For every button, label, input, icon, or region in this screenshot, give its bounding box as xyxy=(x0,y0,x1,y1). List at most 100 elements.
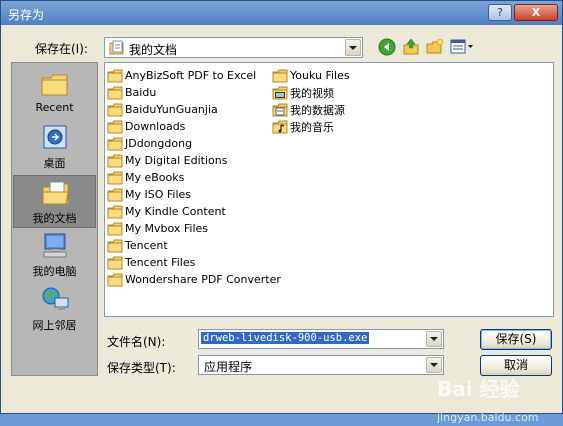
file-name: My Mvbox Files xyxy=(125,222,209,235)
file-list-item[interactable]: JDdongdong xyxy=(107,135,281,152)
file-list-item[interactable]: Wondershare PDF Converter xyxy=(107,271,281,288)
save-button[interactable]: 保存(S) xyxy=(480,329,552,350)
chevron-down-icon[interactable] xyxy=(426,331,442,347)
file-list-item[interactable]: My eBooks xyxy=(107,169,281,186)
place-desktop[interactable]: 桌面 xyxy=(13,121,96,174)
file-column-2: Youku Files 我的视频我的数据源我的音乐 xyxy=(272,67,350,135)
folder-icon xyxy=(107,205,123,219)
save-in-label: 保存在(I): xyxy=(35,42,88,56)
file-name: Tencent xyxy=(125,239,168,252)
file-name: Youku Files xyxy=(290,69,350,82)
title-bar[interactable]: 另存为 ? X xyxy=(1,1,562,25)
views-menu-icon xyxy=(450,39,474,58)
file-name: JDdongdong xyxy=(125,137,193,150)
filename-input[interactable]: drweb-livedisk-900-usb.exe xyxy=(198,329,444,349)
file-list-item[interactable]: 我的视频 xyxy=(272,84,350,101)
file-column-1: AnyBizSoft PDF to Excel Baidu BaiduYunGuan… xyxy=(107,67,281,288)
folder-icon xyxy=(107,171,123,185)
folder-icon xyxy=(107,188,123,202)
place-label: 我的电脑 xyxy=(32,265,77,278)
file-name: 我的数据源 xyxy=(290,103,345,117)
watermark-text: Bai 经验 xyxy=(437,377,520,401)
place-my-computer[interactable]: 我的电脑 xyxy=(13,229,96,282)
back-button[interactable] xyxy=(377,38,397,59)
place-label: Recent xyxy=(35,101,74,114)
file-name: 我的音乐 xyxy=(290,120,334,134)
file-name: Downloads xyxy=(125,120,186,133)
folder-icon xyxy=(107,239,123,253)
file-name: 我的视频 xyxy=(290,86,334,100)
filetype-dropdown[interactable]: 应用程序 xyxy=(198,355,444,375)
folder-icon xyxy=(107,86,123,100)
save-in-value: 我的文档 xyxy=(129,43,178,57)
music-folder-icon xyxy=(272,120,288,134)
place-label: 桌面 xyxy=(43,157,66,170)
file-list-item[interactable]: Tencent Files xyxy=(107,254,281,271)
folder-icon xyxy=(107,103,123,117)
file-list-item[interactable]: AnyBizSoft PDF to Excel xyxy=(107,67,281,84)
chevron-down-icon[interactable] xyxy=(345,39,361,56)
file-list-item[interactable]: My Kindle Content xyxy=(107,203,281,220)
back-arrow-icon xyxy=(378,38,396,59)
file-list[interactable]: AnyBizSoft PDF to Excel Baidu BaiduYunGuan… xyxy=(104,62,554,317)
file-list-item[interactable]: Downloads xyxy=(107,118,281,135)
up-folder-icon xyxy=(402,38,420,59)
filetype-value: 应用程序 xyxy=(204,360,253,374)
file-name: My Kindle Content xyxy=(125,205,226,218)
file-list-item[interactable]: 我的数据源 xyxy=(272,101,350,118)
place-recent[interactable]: Recent xyxy=(13,67,96,120)
file-name: BaiduYunGuanjia xyxy=(125,103,218,116)
place-label: 网上邻居 xyxy=(32,319,77,332)
my-computer-icon xyxy=(40,232,70,260)
up-folder-button[interactable] xyxy=(401,38,421,59)
network-places-icon xyxy=(40,286,70,314)
folder-icon xyxy=(107,273,123,287)
file-list-item[interactable]: 我的音乐 xyxy=(272,118,350,135)
watermark-sub: jingyan.baidu.com xyxy=(437,411,539,424)
save-as-dialog: 另存为 ? X 保存在(I): 我的文档 Recent 桌面 我的文档 我的电脑… xyxy=(0,0,563,424)
file-name: My eBooks xyxy=(125,171,185,184)
file-name: AnyBizSoft PDF to Excel xyxy=(125,69,257,82)
file-name: Wondershare PDF Converter xyxy=(125,273,281,286)
filetype-label: 保存类型(T): xyxy=(107,361,176,375)
views-menu-button[interactable] xyxy=(449,39,475,57)
desktop-icon xyxy=(40,124,70,152)
file-list-item[interactable]: BaiduYunGuanjia xyxy=(107,101,281,118)
chevron-down-icon[interactable] xyxy=(426,357,442,373)
folder-icon xyxy=(107,256,123,270)
folder-icon xyxy=(272,69,288,83)
folder-icon xyxy=(107,137,123,151)
recent-folder-icon xyxy=(40,70,70,98)
close-button[interactable]: X xyxy=(514,4,558,21)
save-in-dropdown[interactable]: 我的文档 xyxy=(104,37,363,58)
filename-value: drweb-livedisk-900-usb.exe xyxy=(201,332,370,344)
file-name: My Digital Editions xyxy=(125,154,228,167)
file-list-item[interactable]: My ISO Files xyxy=(107,186,281,203)
folder-icon xyxy=(107,69,123,83)
file-list-item[interactable]: My Mvbox Files xyxy=(107,220,281,237)
folder-icon xyxy=(107,222,123,236)
my-documents-icon xyxy=(41,179,71,207)
data-source-folder-icon xyxy=(272,103,288,117)
file-list-item[interactable]: My Digital Editions xyxy=(107,152,281,169)
help-button[interactable]: ? xyxy=(488,4,512,21)
file-name: Baidu xyxy=(125,86,157,99)
place-network[interactable]: 网上邻居 xyxy=(13,283,96,336)
file-name: Tencent Files xyxy=(125,256,196,269)
window-title: 另存为 xyxy=(8,8,45,22)
new-folder-button[interactable] xyxy=(425,38,445,59)
file-list-item[interactable]: Youku Files xyxy=(272,67,350,84)
video-folder-icon xyxy=(272,86,288,100)
file-list-item[interactable]: Tencent xyxy=(107,237,281,254)
new-folder-icon xyxy=(426,38,444,59)
file-name: My ISO Files xyxy=(125,188,192,201)
my-documents-small-icon xyxy=(109,40,125,59)
folder-icon xyxy=(107,120,123,134)
place-my-documents[interactable]: 我的文档 xyxy=(13,175,96,228)
baidu-watermark: Bai 经验 jingyan.baidu.com xyxy=(437,373,557,424)
filename-label: 文件名(N): xyxy=(107,335,166,349)
places-bar: Recent 桌面 我的文档 我的电脑 网上邻居 xyxy=(11,62,98,376)
file-list-item[interactable]: Baidu xyxy=(107,84,281,101)
folder-icon xyxy=(107,154,123,168)
place-label: 我的文档 xyxy=(32,212,77,225)
